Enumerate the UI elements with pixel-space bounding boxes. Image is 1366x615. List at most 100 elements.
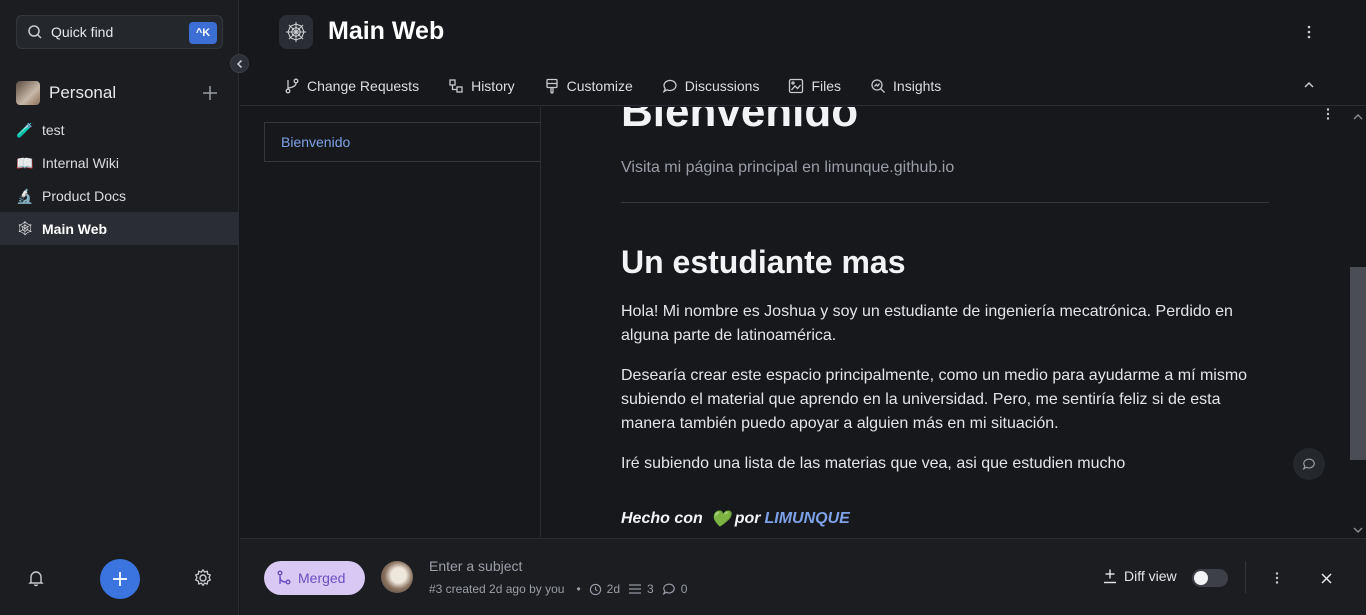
- avatar: [381, 561, 413, 593]
- green-heart-icon: 💚: [710, 511, 731, 528]
- divider: [1245, 561, 1246, 593]
- change-request-bar: Merged #3 created 2d ago by you • 2d 3 0…: [240, 538, 1366, 615]
- diff-icon: [1104, 569, 1116, 584]
- tab-insights[interactable]: Insights: [870, 78, 941, 94]
- sidebar-item-label: Internal Wiki: [42, 155, 120, 171]
- tab-change-requests[interactable]: Change Requests: [284, 78, 419, 94]
- chevron-down-icon: [1353, 527, 1363, 533]
- diff-view-button[interactable]: Diff view: [1102, 568, 1177, 584]
- tab-label: Discussions: [684, 78, 760, 94]
- tab-label: History: [471, 78, 515, 94]
- add-space-item-icon[interactable]: [201, 84, 219, 102]
- age-info: 2d: [589, 582, 620, 596]
- scroll-down-arrow[interactable]: [1352, 525, 1364, 535]
- comment-icon: [1302, 458, 1315, 471]
- made-with-prefix: Hecho con: [621, 510, 703, 527]
- book-icon: 📖: [16, 154, 34, 171]
- made-with-by: por: [734, 510, 761, 527]
- scrollbar-thumb[interactable]: [1350, 267, 1366, 460]
- sidebar-item-product-docs[interactable]: 🔬 Product Docs: [0, 180, 239, 212]
- tab-customize[interactable]: Customize: [544, 78, 633, 94]
- tab-label: Customize: [566, 78, 633, 94]
- space-header[interactable]: Personal: [16, 80, 231, 106]
- page-tabs: Change Requests History Customize Discus…: [284, 73, 970, 99]
- tab-files[interactable]: Files: [788, 78, 841, 94]
- notifications-button[interactable]: [24, 566, 48, 590]
- list-icon: [629, 584, 641, 594]
- sidebar-item-label: Main Web: [42, 220, 108, 237]
- page-header: Main Web Change Requests History Customi…: [240, 0, 1366, 106]
- tab-discussions[interactable]: Discussions: [662, 78, 760, 94]
- document-view: Bienvenido Visita mi página principal en…: [541, 107, 1349, 537]
- change-request-menu-button[interactable]: [1268, 569, 1286, 587]
- toggle-knob: [1194, 571, 1208, 585]
- quick-find-search[interactable]: Quick find ^K: [16, 15, 223, 49]
- status-label: Merged: [298, 570, 346, 586]
- search-icon: [28, 25, 42, 39]
- merge-icon: [277, 570, 291, 585]
- bell-icon: [28, 571, 44, 587]
- made-with-line: Hecho con 💚 por LIMUNQUE: [621, 509, 850, 529]
- space-avatar: [16, 81, 40, 105]
- app-window: Quick find ^K Personal 🧪 test 📖 Internal…: [0, 0, 1366, 615]
- subject-input[interactable]: [429, 558, 729, 574]
- changes-info: 3: [628, 582, 654, 596]
- shortcut-badge: ^K: [189, 22, 217, 44]
- section-heading: Un estudiante mas: [621, 244, 906, 280]
- quick-find-label: Quick find: [51, 24, 114, 40]
- sidebar-item-main-web[interactable]: 🕸 Main Web: [0, 212, 239, 245]
- tab-label: Change Requests: [307, 78, 420, 94]
- diff-view-label: Diff view: [1124, 568, 1177, 584]
- document-title: Bienvenido: [621, 107, 859, 136]
- page-title: Main Web: [328, 17, 445, 45]
- toc-item-bienvenido[interactable]: Bienvenido: [264, 122, 541, 162]
- sidebar-item-label: Product Docs: [42, 188, 127, 204]
- sidebar-item-test[interactable]: 🧪 test: [0, 114, 239, 146]
- kebab-icon: [1307, 25, 1311, 39]
- paragraph: Hola! Mi nombre es Joshua y soy un estud…: [621, 303, 1233, 344]
- tab-label: Insights: [893, 78, 942, 94]
- page-menu-button[interactable]: [1300, 22, 1318, 42]
- divider: [621, 202, 1269, 203]
- comments-count: 0: [680, 582, 688, 596]
- separator-dot: •: [576, 582, 581, 596]
- changes-count: 3: [647, 582, 654, 596]
- change-request-meta: #3 created 2d ago by you • 2d 3 0: [429, 582, 695, 596]
- meta-text: #3 created 2d ago by you: [429, 582, 565, 596]
- tab-history[interactable]: History: [448, 78, 515, 94]
- diff-view-toggle[interactable]: [1192, 569, 1228, 587]
- chevron-left-icon: [236, 59, 242, 68]
- settings-button[interactable]: [191, 566, 215, 590]
- author-link[interactable]: LIMUNQUE: [765, 510, 850, 528]
- collapse-header-button[interactable]: [1300, 76, 1318, 94]
- scroll-up-arrow[interactable]: [1352, 111, 1364, 121]
- add-comment-button[interactable]: [1293, 448, 1325, 480]
- files-icon: [789, 78, 804, 94]
- site-icon: [279, 15, 313, 49]
- close-icon: [1320, 572, 1332, 584]
- plus-icon: [113, 572, 127, 586]
- sidebar-item-internal-wiki[interactable]: 📖 Internal Wiki: [0, 147, 239, 179]
- sidebar: Quick find ^K Personal 🧪 test 📖 Internal…: [0, 0, 239, 615]
- sidebar-item-label: test: [42, 122, 65, 138]
- comment-icon: [662, 583, 675, 596]
- customize-icon: [545, 78, 558, 94]
- collapse-sidebar-button[interactable]: [230, 54, 249, 73]
- chevron-up-icon: [1304, 81, 1314, 88]
- age-value: 2d: [606, 582, 620, 596]
- kebab-icon: [1275, 572, 1279, 584]
- paragraph: Desearía crear este espacio principalmen…: [621, 367, 1248, 432]
- comments-info: 0: [662, 582, 688, 596]
- status-badge[interactable]: Merged: [264, 561, 365, 595]
- tab-label: Files: [811, 78, 842, 94]
- space-name: Personal: [49, 83, 117, 102]
- test-tube-icon: 🧪: [16, 121, 34, 138]
- change-requests-icon: [285, 78, 299, 94]
- clock-icon: [589, 583, 601, 595]
- close-button[interactable]: [1317, 569, 1335, 587]
- paragraph: Iré subiendo una lista de las materias q…: [621, 455, 1126, 472]
- create-button[interactable]: [100, 559, 140, 599]
- block-menu-button[interactable]: [1319, 107, 1337, 121]
- document-scrollbar[interactable]: [1349, 107, 1366, 537]
- table-of-contents: Bienvenido: [240, 107, 541, 537]
